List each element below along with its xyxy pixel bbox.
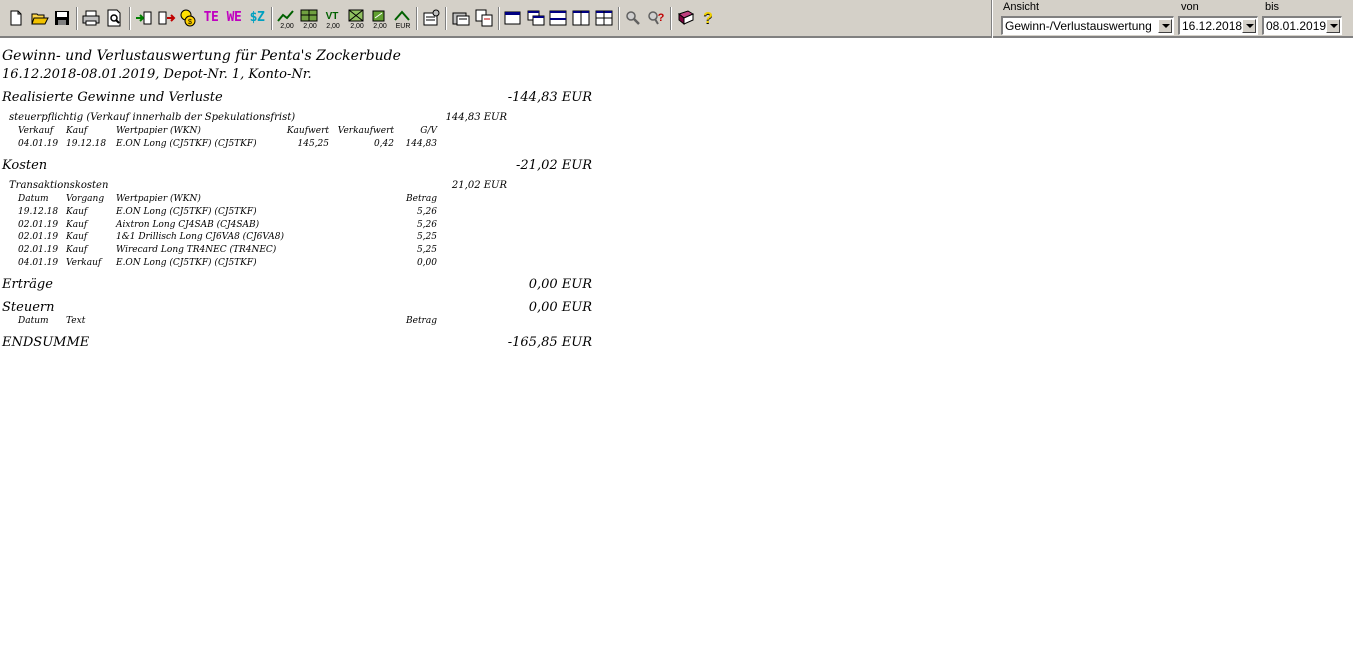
von-value: 16.12.2018 — [1182, 19, 1243, 33]
col-header-wertpapier: Wertpapier (WKN) — [116, 126, 201, 136]
section-ertraege-total: 0,00 EUR — [528, 277, 592, 292]
new-document-icon[interactable] — [6, 8, 26, 28]
col-header-wertpapier: Wertpapier (WKN) — [116, 194, 201, 204]
svg-text:?: ? — [703, 10, 713, 27]
window-tile-horizontal-icon[interactable] — [548, 8, 568, 28]
col-header-kauf: Kauf — [66, 126, 88, 136]
chevron-down-icon[interactable] — [1326, 19, 1340, 33]
realized-group-label: steuerpflichtig (Verkauf innerhalb der S… — [9, 112, 296, 123]
properties-icon[interactable] — [421, 8, 441, 28]
currency-eur-icon[interactable]: EUR — [392, 8, 412, 30]
te-icon[interactable]: TE — [201, 8, 221, 28]
col-header-betrag: Betrag — [406, 316, 437, 326]
depot-folder-icon[interactable] — [451, 8, 471, 28]
ansicht-select[interactable]: Gewinn-/Verlustauswertung — [1001, 16, 1174, 35]
ansicht-label: Ansicht — [1003, 1, 1040, 13]
chevron-down-icon[interactable] — [1242, 19, 1256, 33]
section-ertraege-label: Erträge — [2, 277, 53, 292]
col-header-text: Text — [66, 316, 86, 326]
chart-vt-icon[interactable]: VT 2,00 — [322, 8, 342, 30]
realized-group-total: 144,83 EUR — [445, 112, 507, 123]
section-steuern-total: 0,00 EUR — [528, 300, 592, 315]
col-header-datum: Datum — [18, 194, 49, 204]
col-header-verkaufwert: Verkaufwert — [337, 126, 394, 136]
book-icon[interactable] — [676, 8, 696, 28]
bis-label: bis — [1265, 1, 1280, 13]
save-disk-icon[interactable] — [52, 8, 72, 28]
help-icon[interactable]: ?? — [699, 8, 719, 28]
open-folder-icon[interactable] — [30, 8, 50, 28]
we-icon[interactable]: WE — [224, 8, 244, 28]
help-search-icon[interactable]: ? — [646, 8, 666, 28]
col-header-betrag: Betrag — [406, 194, 437, 204]
col-header-gv: G/V — [420, 126, 437, 136]
von-date-field[interactable]: 16.12.2018 — [1178, 16, 1258, 35]
kosten-group-total: 21,02 EUR — [451, 180, 507, 191]
chart-box-icon[interactable]: 2,00 — [369, 8, 389, 30]
section-kosten-label: Kosten — [2, 158, 48, 173]
print-icon[interactable] — [81, 8, 101, 28]
section-realized-label: Realisierte Gewinne und Verluste — [2, 90, 223, 105]
endsumme-label: ENDSUMME — [2, 335, 90, 350]
col-header-datum: Datum — [18, 316, 49, 326]
window-grid-icon[interactable] — [594, 8, 614, 28]
section-realized-total: -144,83 EUR — [507, 90, 592, 105]
col-header-vorgang: Vorgang — [66, 194, 105, 204]
svg-text:?: ? — [658, 12, 665, 24]
report-view: Gewinn- und Verlustauswertung für Penta'… — [2, 48, 592, 350]
section-kosten-total: -21,02 EUR — [516, 158, 592, 173]
chevron-down-icon[interactable] — [1158, 19, 1172, 33]
svg-text:VT: VT — [326, 11, 339, 22]
endsumme-total: -165,85 EUR — [507, 335, 592, 350]
window-single-icon[interactable] — [503, 8, 523, 28]
table-values-icon[interactable]: 2,00 — [299, 8, 319, 30]
coins-icon[interactable]: $ — [178, 8, 198, 28]
bis-date-field[interactable]: 08.01.2019 — [1262, 16, 1342, 35]
kosten-group-label: Transaktionskosten — [9, 180, 109, 191]
ansicht-value: Gewinn-/Verlustauswertung — [1005, 19, 1152, 33]
report-title: Gewinn- und Verlustauswertung für Penta'… — [2, 48, 401, 64]
svg-text:$: $ — [188, 19, 192, 26]
von-label: von — [1181, 1, 1199, 13]
report-subtitle: 16.12.2018-08.01.2019, Depot-Nr. 1, Kont… — [2, 67, 312, 82]
window-tile-vertical-icon[interactable] — [571, 8, 591, 28]
bis-value: 08.01.2019 — [1266, 19, 1327, 33]
import-icon[interactable] — [134, 8, 154, 28]
sz-icon[interactable]: $Z — [247, 8, 267, 28]
col-header-verkauf: Verkauf — [18, 126, 54, 136]
chart-up-icon[interactable]: 2,00 — [276, 8, 296, 30]
search-icon[interactable] — [623, 8, 643, 28]
window-cascade-icon[interactable] — [526, 8, 546, 28]
col-header-kaufwert: Kaufwert — [286, 126, 329, 136]
copy-icon[interactable] — [474, 8, 494, 28]
toolbar: $ TE WE $Z 2,00 2,00 VT 2,00 2,00 2,00 E… — [0, 0, 1353, 38]
export-icon[interactable] — [156, 8, 176, 28]
section-steuern-label: Steuern — [2, 300, 55, 315]
chart-cross-icon[interactable]: 2,00 — [346, 8, 366, 30]
print-preview-icon[interactable] — [104, 8, 124, 28]
